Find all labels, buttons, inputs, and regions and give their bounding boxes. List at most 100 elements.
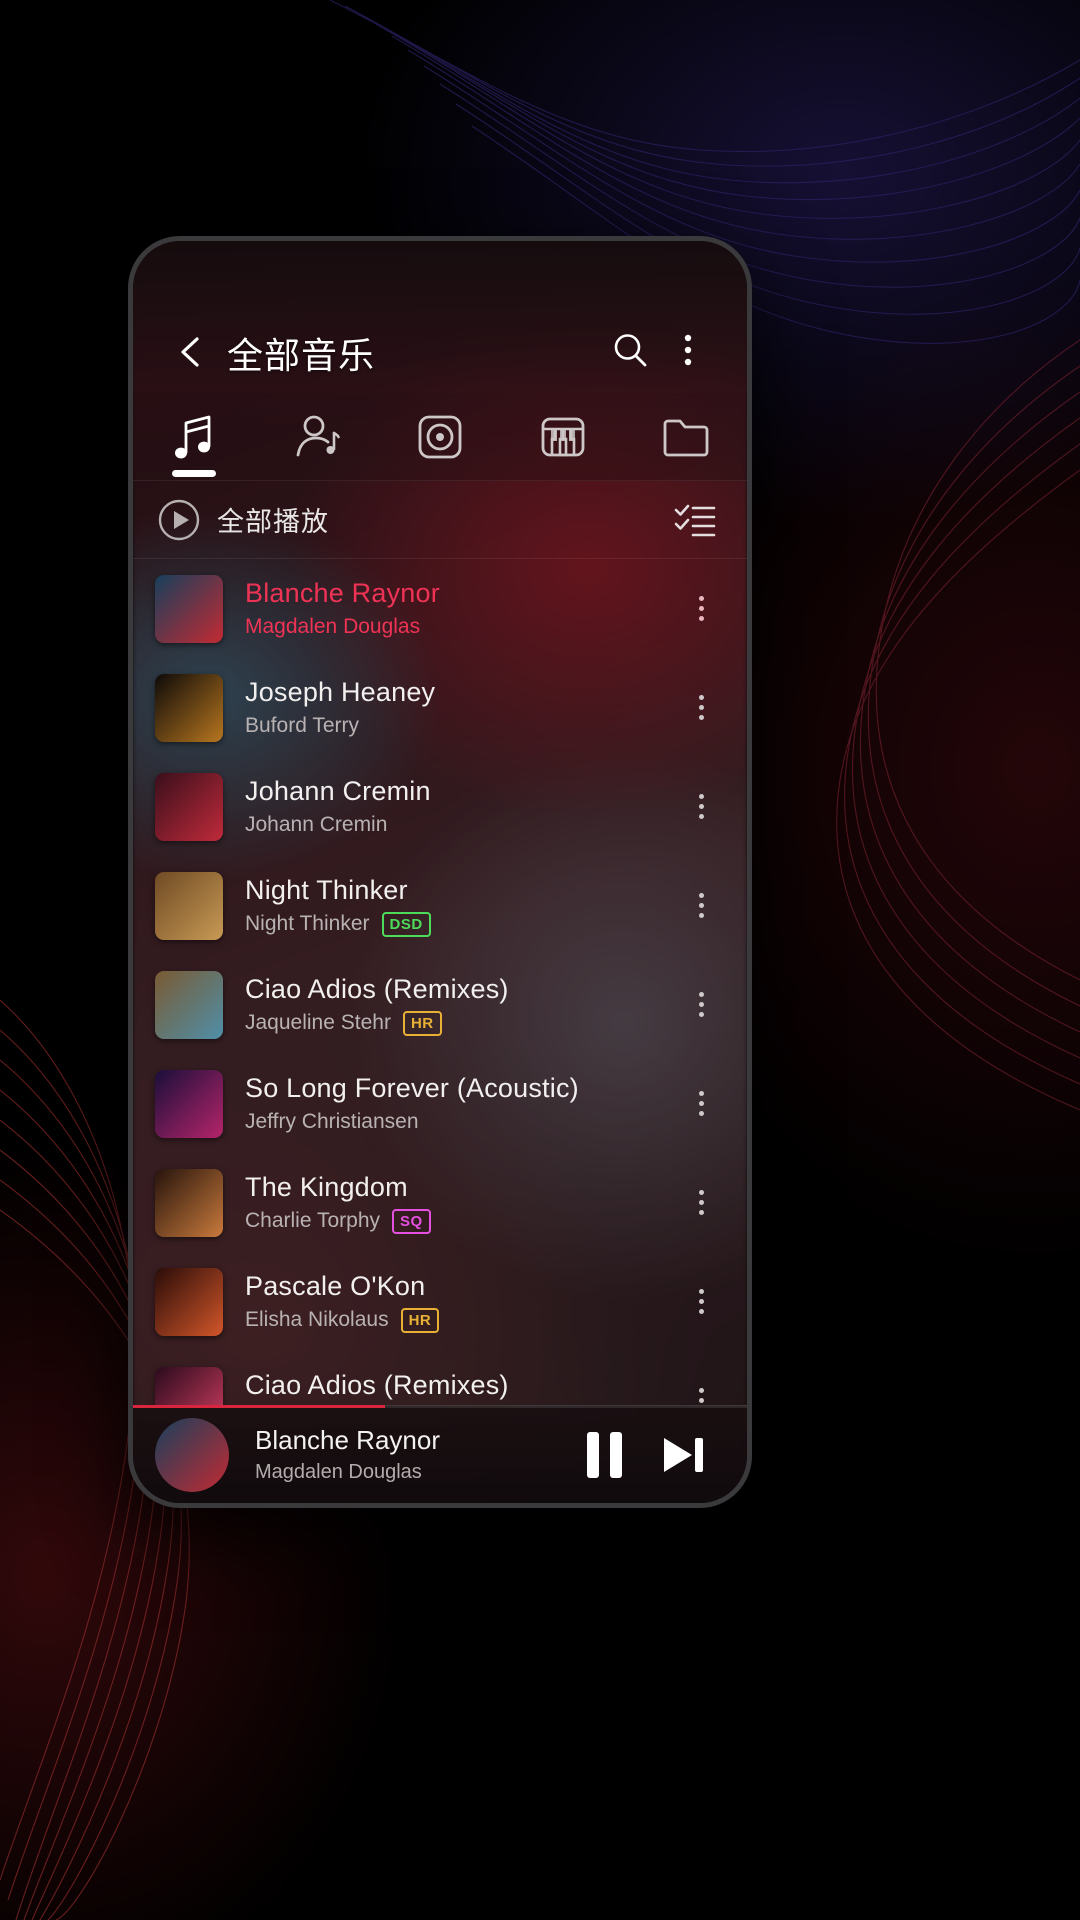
- song-overflow-button[interactable]: [677, 1190, 725, 1215]
- song-row[interactable]: So Long Forever (Acoustic) Jeffry Christi…: [133, 1054, 747, 1153]
- song-meta: Joseph Heaney Buford Terry: [245, 677, 677, 738]
- album-disc-icon: [418, 415, 462, 458]
- song-subtitle-row: Jeffry Christiansen: [245, 1110, 677, 1134]
- song-title: Ciao Adios (Remixes): [245, 973, 509, 1004]
- song-title: Night Thinker: [245, 874, 408, 905]
- quality-badge: DSD: [381, 911, 431, 937]
- skip-next-icon: [664, 1437, 703, 1472]
- song-artist: Buford Terry: [245, 714, 359, 737]
- mini-player-text: Blanche Raynor Magdalen Douglas: [255, 1425, 565, 1484]
- quality-badge: SQ: [392, 1208, 431, 1234]
- song-artist: Elisha Nikolaus: [245, 1308, 389, 1331]
- pause-icon: [586, 1431, 599, 1478]
- song-title: Blanche Raynor: [245, 578, 440, 608]
- category-tab-bar: [133, 393, 747, 481]
- song-row[interactable]: Johann Cremin Johann Cremin: [133, 757, 747, 856]
- mini-player[interactable]: Blanche Raynor Magdalen Douglas: [133, 1405, 747, 1503]
- more-vertical-icon: [698, 893, 704, 918]
- checklist-icon: [674, 504, 716, 536]
- multi-select-button[interactable]: [669, 494, 721, 546]
- quality-badge: HR: [402, 1010, 442, 1036]
- song-subtitle-row: Jaqueline Stehr HR: [245, 1010, 677, 1036]
- song-meta: Ciao Adios (Remixes) Jaqueline Stehr HR: [245, 974, 677, 1036]
- song-row[interactable]: Night Thinker Night Thinker DSD: [133, 856, 747, 955]
- song-artist: Jaqueline Stehr: [245, 1011, 391, 1034]
- play-all-row[interactable]: 全部播放: [133, 481, 747, 559]
- song-row[interactable]: Ciao Adios (Remixes) Jaqueline Stehr HR: [133, 955, 747, 1054]
- song-album-art: [155, 673, 223, 742]
- song-album-art: [155, 1168, 223, 1237]
- song-album-art: [155, 970, 223, 1039]
- tab-artists[interactable]: [256, 393, 379, 481]
- song-overflow-button[interactable]: [677, 596, 725, 621]
- more-vertical-icon: [684, 334, 692, 366]
- more-vertical-icon: [698, 1091, 704, 1116]
- song-album-art: [155, 1267, 223, 1336]
- chevron-left-icon: [181, 337, 199, 367]
- song-overflow-button[interactable]: [677, 893, 725, 918]
- more-vertical-icon: [698, 1289, 704, 1314]
- page-title: 全部音乐: [227, 335, 376, 376]
- song-title: Pascale O'Kon: [245, 1270, 426, 1301]
- song-meta: Night Thinker Night Thinker DSD: [245, 875, 677, 937]
- mini-player-artist: Magdalen Douglas: [255, 1461, 422, 1483]
- song-row[interactable]: The Kingdom Charlie Torphy SQ: [133, 1153, 747, 1252]
- song-title: Ciao Adios (Remixes): [245, 1370, 509, 1400]
- song-title: So Long Forever (Acoustic): [245, 1073, 579, 1103]
- play-all-label: 全部播放: [217, 507, 329, 537]
- song-meta: Ciao Adios (Remixes)Willis Osinski: [245, 1370, 677, 1405]
- music-note-icon: [175, 415, 211, 458]
- song-artist: Charlie Torphy: [245, 1209, 381, 1232]
- more-vertical-icon: [698, 1388, 704, 1405]
- more-vertical-icon: [698, 794, 704, 819]
- song-title: Joseph Heaney: [245, 677, 436, 707]
- song-artist: Johann Cremin: [245, 813, 388, 836]
- more-vertical-icon: [698, 695, 704, 720]
- song-meta: The Kingdom Charlie Torphy SQ: [245, 1172, 677, 1234]
- active-tab-indicator: [172, 469, 217, 477]
- song-meta: Blanche Raynor Magdalen Douglas: [245, 578, 677, 639]
- song-row[interactable]: Joseph Heaney Buford Terry: [133, 658, 747, 757]
- search-button[interactable]: [601, 321, 659, 379]
- song-overflow-button[interactable]: [677, 1091, 725, 1116]
- song-album-art: [155, 1069, 223, 1138]
- tab-songs[interactable]: [133, 393, 256, 481]
- folder-icon: [663, 419, 708, 456]
- more-vertical-icon: [698, 1190, 704, 1215]
- song-album-art: [155, 871, 223, 940]
- song-subtitle-row: Buford Terry: [245, 714, 677, 738]
- phone-screen: 全部音乐 全部播放 Blanche Raynor Magdalen Dougla…: [133, 241, 747, 1503]
- song-overflow-button[interactable]: [677, 1388, 725, 1405]
- song-overflow-button[interactable]: [677, 1289, 725, 1314]
- song-subtitle-row: Elisha Nikolaus HR: [245, 1307, 677, 1333]
- song-album-art: [155, 574, 223, 643]
- song-list[interactable]: Blanche Raynor Magdalen Douglas Joseph Hea…: [133, 559, 747, 1405]
- song-overflow-button[interactable]: [677, 992, 725, 1017]
- song-artist: Night Thinker: [245, 912, 370, 935]
- quality-badge: HR: [400, 1307, 440, 1333]
- song-row[interactable]: Blanche Raynor Magdalen Douglas: [133, 559, 747, 658]
- search-icon: [614, 334, 647, 367]
- more-vertical-icon: [698, 596, 704, 621]
- next-track-button[interactable]: [643, 1416, 721, 1494]
- piano-keys-icon: [541, 417, 585, 456]
- tab-albums[interactable]: [379, 393, 502, 481]
- mini-player-album-art[interactable]: [155, 1417, 229, 1492]
- song-row[interactable]: Ciao Adios (Remixes)Willis Osinski: [133, 1351, 747, 1405]
- song-artist: Magdalen Douglas: [245, 615, 421, 638]
- back-button[interactable]: [163, 325, 217, 379]
- phone-frame: 全部音乐 全部播放 Blanche Raynor Magdalen Dougla…: [128, 236, 752, 1508]
- song-row[interactable]: Pascale O'Kon Elisha Nikolaus HR: [133, 1252, 747, 1351]
- song-meta: So Long Forever (Acoustic) Jeffry Christi…: [245, 1073, 677, 1134]
- song-overflow-button[interactable]: [677, 695, 725, 720]
- more-vertical-icon: [698, 992, 704, 1017]
- song-overflow-button[interactable]: [677, 794, 725, 819]
- pause-button[interactable]: [565, 1416, 643, 1494]
- overflow-menu-button[interactable]: [659, 321, 717, 379]
- tab-folders[interactable]: [624, 393, 747, 481]
- song-subtitle-row: Charlie Torphy SQ: [245, 1208, 677, 1234]
- song-album-art: [155, 1366, 223, 1405]
- playback-progress-bar[interactable]: [133, 1405, 747, 1408]
- song-meta: Johann Cremin Johann Cremin: [245, 776, 677, 837]
- tab-genres[interactable]: [501, 393, 624, 481]
